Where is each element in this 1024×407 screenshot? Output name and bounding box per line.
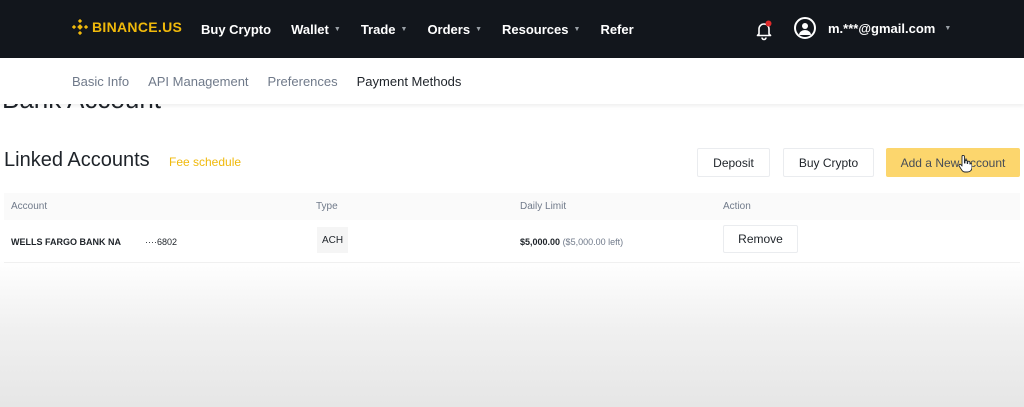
column-header-daily-limit: Daily Limit xyxy=(520,201,567,212)
tab-preferences[interactable]: Preferences xyxy=(268,74,338,89)
table-row: WELLS FARGO BANK NA ····6802 ACH $5,000.… xyxy=(4,220,1020,263)
nav-resources[interactable]: Resources ▼ xyxy=(502,22,580,37)
tab-payment-methods[interactable]: Payment Methods xyxy=(357,74,462,89)
caret-down-icon: ▼ xyxy=(944,24,952,32)
binance-logo[interactable]: BINANCE.US xyxy=(72,19,182,35)
caret-down-icon: ▼ xyxy=(400,26,408,33)
main-nav: Buy Crypto Wallet ▼ Trade ▼ Orders ▼ Res… xyxy=(201,22,654,37)
nav-label: Resources xyxy=(502,22,569,37)
account-type-badge: ACH xyxy=(317,227,348,253)
tab-api-management[interactable]: API Management xyxy=(148,74,248,89)
caret-down-icon: ▼ xyxy=(475,26,483,33)
nav-label: Wallet xyxy=(291,22,329,37)
tab-basic-info[interactable]: Basic Info xyxy=(72,74,129,89)
linked-accounts-table: Account Type Daily Limit Action WELLS FA… xyxy=(4,193,1020,263)
deposit-button[interactable]: Deposit xyxy=(697,148,770,177)
daily-limit: $5,000.00 ($5,000.00 left) xyxy=(520,237,623,247)
top-navbar: BINANCE.US Buy Crypto Wallet ▼ Trade ▼ O… xyxy=(0,0,1024,58)
fee-schedule-link[interactable]: Fee schedule xyxy=(169,155,241,169)
caret-down-icon: ▼ xyxy=(573,26,581,33)
user-menu[interactable]: m.***@gmail.com ▼ xyxy=(794,17,951,39)
limit-amount: $5,000.00 xyxy=(520,237,561,247)
nav-refer[interactable]: Refer xyxy=(600,22,633,37)
notification-dot xyxy=(765,20,772,27)
nav-label: Orders xyxy=(427,22,471,37)
brand-name: BINANCE.US xyxy=(92,19,183,35)
nav-label: Trade xyxy=(360,22,396,37)
caret-down-icon: ▼ xyxy=(333,26,341,33)
nav-trade[interactable]: Trade ▼ xyxy=(361,22,408,37)
add-new-account-button[interactable]: Add a New Account xyxy=(886,148,1020,177)
bank-name: WELLS FARGO BANK NA xyxy=(11,237,121,247)
nav-orders[interactable]: Orders ▼ xyxy=(427,22,482,37)
table-header: Account Type Daily Limit Action xyxy=(4,193,1020,220)
bell-icon[interactable] xyxy=(754,19,774,41)
column-header-action: Action xyxy=(723,201,751,212)
column-header-type: Type xyxy=(316,201,338,212)
user-email: m.***@gmail.com xyxy=(828,20,936,36)
column-header-account: Account xyxy=(11,201,48,212)
section-title: Linked Accounts xyxy=(4,149,150,171)
user-circle-icon xyxy=(794,17,816,39)
binance-diamond-icon xyxy=(72,19,88,35)
hand-cursor-icon xyxy=(958,155,972,173)
remove-button[interactable]: Remove xyxy=(723,225,798,253)
nav-buy-crypto[interactable]: Buy Crypto xyxy=(201,22,271,37)
nav-label: Buy Crypto xyxy=(201,22,272,37)
nav-label: Refer xyxy=(600,22,634,37)
buy-crypto-button[interactable]: Buy Crypto xyxy=(783,148,874,177)
nav-wallet[interactable]: Wallet ▼ xyxy=(291,22,341,37)
account-number: ····6802 xyxy=(145,237,178,247)
limit-left: ($5,000.00 left) xyxy=(562,237,624,247)
account-subnav: Basic Info API Management Preferences Pa… xyxy=(0,58,1024,104)
